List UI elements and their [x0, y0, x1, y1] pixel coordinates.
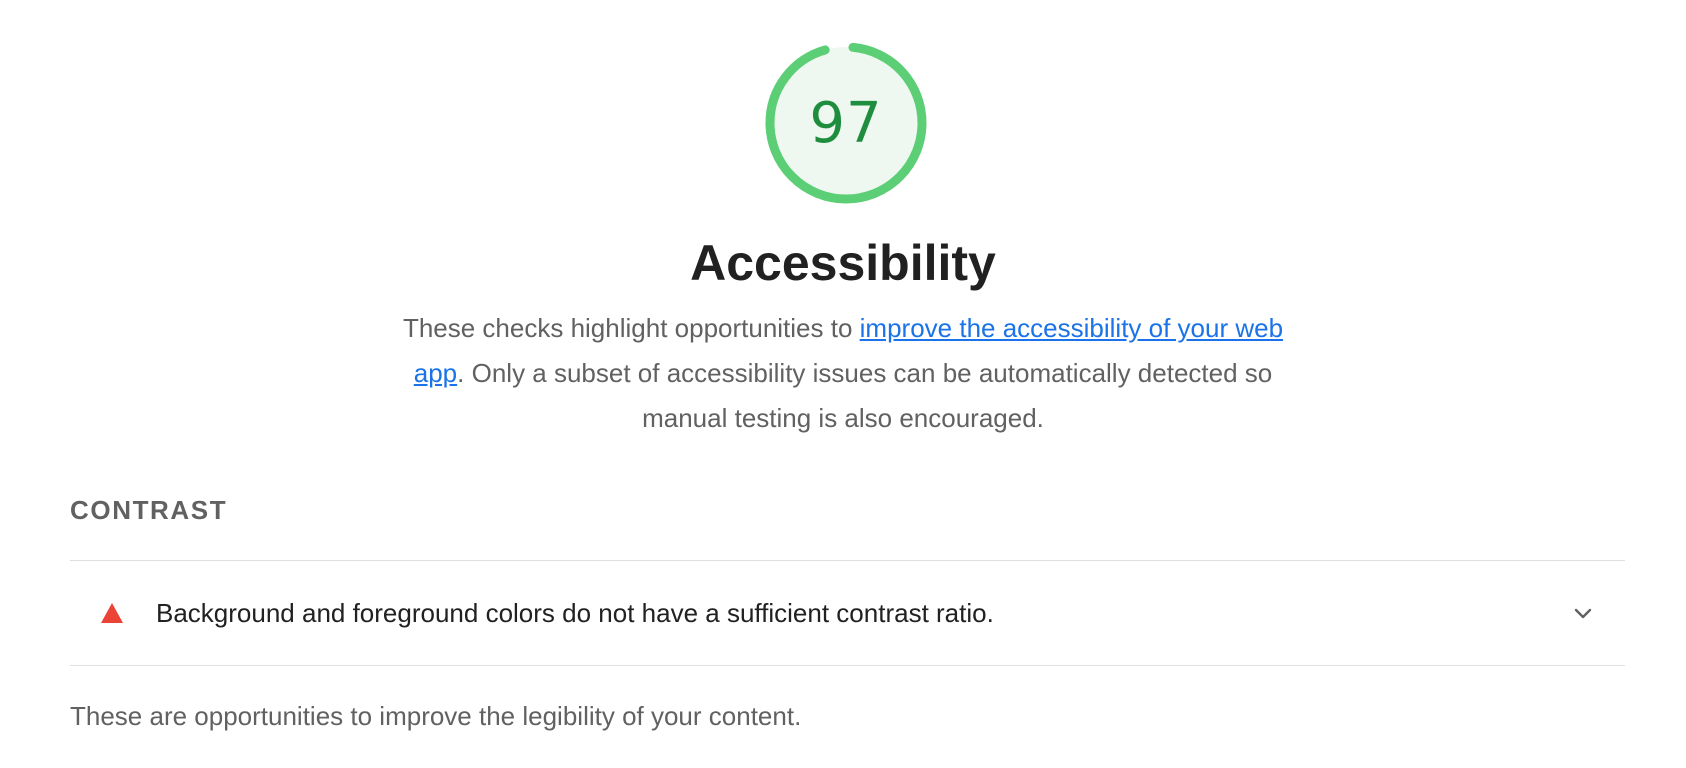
description-text-after: . Only a subset of accessibility issues …: [457, 358, 1273, 433]
group-description: These are opportunities to improve the l…: [70, 701, 802, 731]
accessibility-score-gauge: 97: [764, 41, 928, 205]
fail-triangle-icon: [101, 603, 123, 623]
category-title: Accessibility: [690, 235, 996, 291]
description-text-before: These checks highlight opportunities to: [402, 313, 860, 343]
audit-row-color-contrast[interactable]: Background and foreground colors do not …: [70, 561, 1625, 665]
divider: [70, 665, 1625, 666]
group-title: CONTRAST: [70, 495, 228, 525]
audit-title: Background and foreground colors do not …: [156, 598, 994, 628]
chevron-down-icon[interactable]: [1571, 601, 1595, 625]
category-description: These checks highlight opportunities to …: [395, 306, 1291, 441]
score-value: 97: [809, 90, 883, 156]
